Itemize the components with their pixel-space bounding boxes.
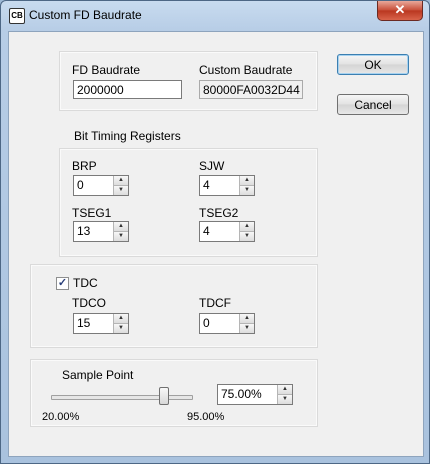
- fd-baudrate-input[interactable]: 2000000: [73, 80, 182, 99]
- sjw-up-arrow-icon[interactable]: ▲: [240, 176, 254, 186]
- brp-spinbox[interactable]: 0 ▲ ▼: [73, 175, 129, 196]
- tdcf-label: TDCF: [199, 296, 231, 310]
- tseg2-up-arrow-icon[interactable]: ▲: [240, 222, 254, 232]
- tseg1-down-arrow-icon[interactable]: ▼: [114, 232, 128, 241]
- sample-point-label: Sample Point: [62, 368, 134, 382]
- tseg1-spinbox[interactable]: 13 ▲ ▼: [73, 221, 129, 242]
- sjw-down-arrow-icon[interactable]: ▼: [240, 186, 254, 195]
- sample-point-up-arrow-icon[interactable]: ▲: [278, 385, 292, 395]
- sjw-label: SJW: [199, 159, 225, 173]
- brp-up-arrow-icon[interactable]: ▲: [114, 176, 128, 186]
- sjw-value: 4: [203, 178, 210, 192]
- slider-thumb[interactable]: [159, 387, 169, 405]
- brp-label: BRP: [72, 159, 97, 173]
- tdcf-value: 0: [203, 316, 210, 330]
- app-icon: CB: [9, 8, 25, 24]
- custom-baudrate-label: Custom Baudrate: [199, 63, 293, 77]
- tseg2-spinbox[interactable]: 4 ▲ ▼: [199, 221, 255, 242]
- title-bar[interactable]: CB Custom FD Baudrate ✕: [1, 1, 429, 31]
- dialog-client-area: FD Baudrate 2000000 Custom Baudrate 8000…: [8, 31, 424, 457]
- tdco-up-arrow-icon[interactable]: ▲: [114, 314, 128, 324]
- sample-point-down-arrow-icon[interactable]: ▼: [278, 395, 292, 404]
- tseg2-value: 4: [203, 224, 210, 238]
- slider-min-label: 20.00%: [42, 411, 80, 423]
- tseg1-up-arrow-icon[interactable]: ▲: [114, 222, 128, 232]
- dialog-window: CB Custom FD Baudrate ✕ FD Baudrate 2000…: [0, 0, 430, 464]
- checkmark-icon: ✓: [57, 277, 68, 289]
- bit-timing-heading: Bit Timing Registers: [74, 129, 181, 143]
- brp-down-arrow-icon[interactable]: ▼: [114, 186, 128, 195]
- tdcf-down-arrow-icon[interactable]: ▼: [240, 324, 254, 333]
- tdcf-up-arrow-icon[interactable]: ▲: [240, 314, 254, 324]
- tdc-checkbox[interactable]: ✓: [56, 277, 69, 290]
- tdc-label: TDC: [73, 276, 98, 290]
- tseg1-label: TSEG1: [72, 206, 112, 220]
- ok-button[interactable]: OK: [337, 54, 409, 75]
- custom-baudrate-field: 80000FA0032D44: [199, 80, 303, 99]
- sjw-spinbox[interactable]: 4 ▲ ▼: [199, 175, 255, 196]
- window-title: Custom FD Baudrate: [29, 8, 142, 22]
- cancel-button[interactable]: Cancel: [337, 94, 409, 115]
- brp-value: 0: [77, 178, 84, 192]
- tdco-down-arrow-icon[interactable]: ▼: [114, 324, 128, 333]
- tdco-label: TDCO: [72, 296, 106, 310]
- tseg1-value: 13: [77, 224, 91, 238]
- slider-max-label: 95.00%: [187, 411, 225, 423]
- tseg2-down-arrow-icon[interactable]: ▼: [240, 232, 254, 241]
- tdco-value: 15: [77, 316, 91, 330]
- fd-baudrate-label: FD Baudrate: [72, 63, 141, 77]
- sample-point-value: 75.00%: [221, 387, 262, 401]
- tseg2-label: TSEG2: [199, 206, 239, 220]
- sample-point-spinbox[interactable]: 75.00% ▲ ▼: [217, 384, 293, 405]
- tdcf-spinbox[interactable]: 0 ▲ ▼: [199, 313, 255, 334]
- close-button[interactable]: ✕: [377, 1, 423, 21]
- tdco-spinbox[interactable]: 15 ▲ ▼: [73, 313, 129, 334]
- sample-point-slider[interactable]: [51, 395, 193, 400]
